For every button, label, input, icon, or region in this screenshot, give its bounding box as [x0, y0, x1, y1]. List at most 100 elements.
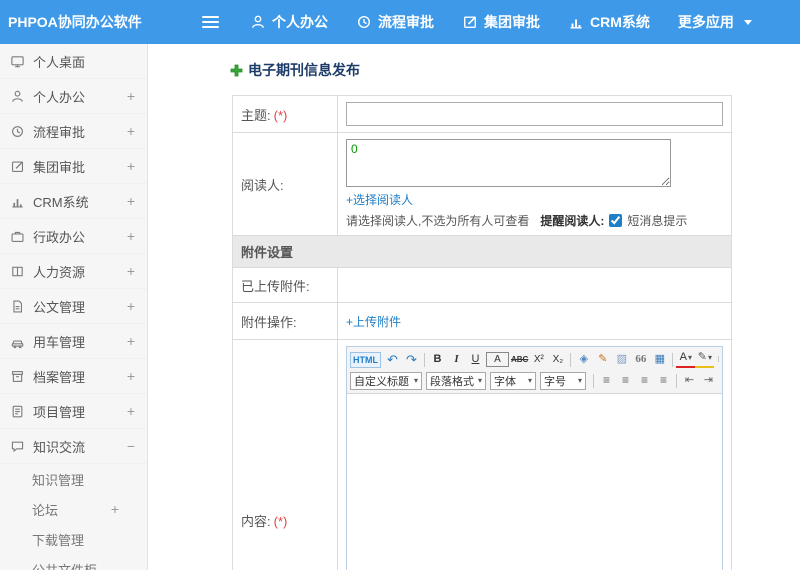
sidebar-item-personal-desktop[interactable]: 个人桌面	[0, 44, 147, 79]
bar-chart-icon	[12, 198, 23, 207]
expand-toggle[interactable]: +	[127, 333, 135, 349]
sidebar-item-project-management[interactable]: 项目管理 +	[0, 394, 147, 429]
redo-button[interactable]: ↷	[402, 351, 421, 368]
align-justify-button[interactable]: ≡	[654, 372, 673, 389]
align-right-button[interactable]: ≡	[635, 372, 654, 389]
sidebar-item-archive-management[interactable]: 档案管理 +	[0, 359, 147, 394]
topnav-workflow-approval[interactable]: 流程审批	[356, 12, 434, 32]
expand-toggle[interactable]: +	[127, 193, 135, 209]
sidebar-item-vehicle-management[interactable]: 用车管理 +	[0, 324, 147, 359]
topnav-more-apps[interactable]: 更多应用	[678, 12, 752, 32]
sidebar-sublabel: 公共文件柜	[32, 562, 98, 570]
clock-icon	[357, 15, 371, 29]
subscript-button[interactable]: X₂	[548, 351, 567, 368]
highlight-color-button[interactable]: ✎▾	[695, 351, 715, 368]
sidebar-label: 个人办公	[33, 89, 86, 105]
readers-textarea[interactable]: 0	[346, 139, 671, 187]
dropdown-label: 自定义标题	[354, 375, 409, 388]
sidebar-sublabel: 知识管理	[32, 472, 85, 488]
insert-table-button[interactable]: ▦	[650, 351, 669, 368]
sidebar-subitem-knowledge-management[interactable]: 知识管理	[0, 464, 147, 494]
sms-notify-checkbox[interactable]	[609, 214, 623, 227]
collapse-toggle[interactable]: −	[127, 438, 135, 454]
chevron-down-icon: ▾	[707, 353, 712, 362]
book-icon	[12, 266, 23, 276]
expand-toggle[interactable]: +	[111, 501, 119, 517]
form-row-content: 内容: (*) HTML ↶ ↷ B I U A ABC X² X₂ ◈ ✎ ▨…	[232, 339, 732, 570]
chat-bubble-icon	[11, 441, 24, 452]
background-color-button[interactable]: ▨	[612, 351, 631, 368]
sidebar-label: 人力资源	[33, 264, 86, 280]
chevron-down-icon: ▾	[413, 376, 418, 385]
form-row-subject: 主题: (*)	[232, 95, 732, 133]
font-color-glyph: A	[679, 351, 687, 363]
sidebar-label: 档案管理	[33, 369, 86, 385]
sidebar-subitem-forum[interactable]: 论坛 +	[0, 494, 147, 524]
publish-form: 主题: (*) 阅读人: 0 +选择阅读人 请选择阅读人,不选为所有人可查看 提醒…	[232, 95, 732, 570]
heading-dropdown[interactable]: 自定义标题 ▾	[350, 371, 422, 390]
indent-button[interactable]: ⇥	[699, 372, 718, 389]
topnav-personal-office[interactable]: 个人办公	[250, 12, 328, 32]
underline-button[interactable]: U	[466, 351, 485, 368]
highlight-glyph: ✎	[697, 351, 707, 363]
superscript-button[interactable]: X²	[529, 351, 548, 368]
align-left-button[interactable]: ≡	[597, 372, 616, 389]
sidebar-label: 集团审批	[33, 159, 86, 175]
archive-icon	[12, 370, 23, 382]
expand-toggle[interactable]: +	[127, 158, 135, 174]
paragraph-format-dropdown[interactable]: 段落格式 ▾	[426, 371, 486, 390]
sidebar-subitem-download-management[interactable]: 下载管理	[0, 524, 147, 554]
toolbar-separator	[424, 352, 425, 367]
sidebar-item-hr[interactable]: 人力资源 +	[0, 254, 147, 289]
sidebar-label: 知识交流	[33, 439, 86, 455]
font-button[interactable]: A	[486, 352, 509, 367]
form-row-uploaded-files: 已上传附件:	[232, 267, 732, 303]
strikethrough-button[interactable]: ABC	[510, 351, 529, 368]
expand-toggle[interactable]: +	[127, 228, 135, 244]
ordered-list-button[interactable]: ≡▾	[714, 351, 719, 368]
nav-label: 集团审批	[484, 14, 540, 30]
sidebar-item-knowledge-exchange[interactable]: 知识交流 −	[0, 429, 147, 464]
user-icon	[252, 15, 264, 29]
align-center-button[interactable]: ≡	[616, 372, 635, 389]
toolbar-separator	[676, 373, 677, 388]
nav-label: 个人办公	[272, 14, 328, 30]
font-family-dropdown[interactable]: 字体 ▾	[490, 371, 536, 390]
italic-button[interactable]: I	[447, 351, 466, 368]
upload-attachment-link[interactable]: +上传附件	[346, 313, 401, 330]
expand-toggle[interactable]: +	[127, 263, 135, 279]
sidebar-subitem-public-file-cabinet[interactable]: 公共文件柜	[0, 554, 147, 570]
user-icon	[12, 90, 23, 102]
chevron-down-icon	[743, 19, 752, 25]
chevron-down-icon: ▾	[477, 376, 482, 385]
sidebar-item-document-management[interactable]: 公文管理 +	[0, 289, 147, 324]
format-painter-button[interactable]: ✎	[593, 351, 612, 368]
menu-toggle-button[interactable]	[202, 10, 226, 34]
undo-button[interactable]: ↶	[383, 351, 402, 368]
expand-toggle[interactable]: +	[127, 88, 135, 104]
expand-toggle[interactable]: +	[127, 368, 135, 384]
select-readers-link[interactable]: +选择阅读人	[346, 191, 413, 208]
expand-toggle[interactable]: +	[127, 403, 135, 419]
sidebar-item-crm[interactable]: CRM系统 +	[0, 184, 147, 219]
sidebar-item-personal-office[interactable]: 个人办公 +	[0, 79, 147, 114]
topnav-crm[interactable]: CRM系统	[568, 12, 650, 32]
blockquote-button[interactable]: 66	[631, 351, 650, 368]
expand-toggle[interactable]: +	[127, 123, 135, 139]
toolbar-separator	[593, 373, 594, 388]
topnav-group-approval[interactable]: 集团审批	[462, 12, 540, 32]
html-source-button[interactable]: HTML	[350, 351, 381, 368]
sidebar-item-group-approval[interactable]: 集团审批 +	[0, 149, 147, 184]
outdent-button[interactable]: ⇤	[680, 372, 699, 389]
sidebar-item-admin-office[interactable]: 行政办公 +	[0, 219, 147, 254]
subject-input[interactable]	[346, 102, 723, 126]
editor-content-area[interactable]	[347, 394, 722, 570]
font-color-button[interactable]: A▾	[676, 351, 696, 368]
remove-format-button[interactable]: ◈	[574, 351, 593, 368]
sidebar-item-workflow-approval[interactable]: 流程审批 +	[0, 114, 147, 149]
expand-toggle[interactable]: +	[127, 298, 135, 314]
bold-button[interactable]: B	[428, 351, 447, 368]
font-size-dropdown[interactable]: 字号 ▾	[540, 371, 586, 390]
document-icon	[13, 300, 22, 312]
toolbar-separator	[570, 352, 572, 367]
